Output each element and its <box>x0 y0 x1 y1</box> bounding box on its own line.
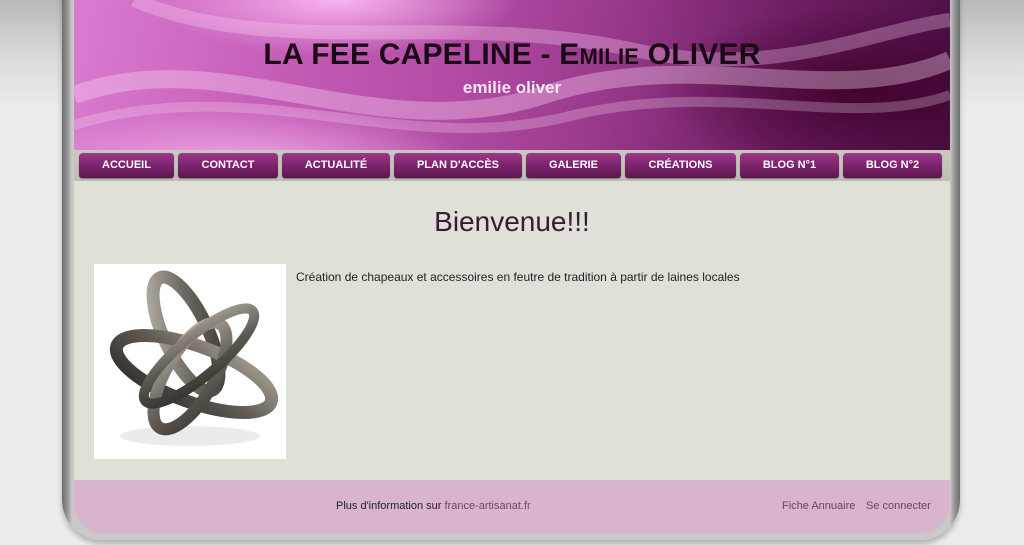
footer: Plus d'information sur france-artisanat.… <box>74 480 950 533</box>
sculpture-image <box>109 270 279 446</box>
france-artisanat-link[interactable]: france-artisanat.fr <box>444 500 530 512</box>
nav-item-contact[interactable]: CONTACT <box>178 153 278 178</box>
site-subtitle: emilie oliver <box>462 78 562 97</box>
fiche-annuaire-link[interactable]: Fiche Annuaire <box>782 500 855 512</box>
sculpture-photo <box>94 264 286 459</box>
nav-item-galerie[interactable]: GALERIE <box>526 153 621 178</box>
banner-swirl-decoration <box>74 0 950 134</box>
page-title: Bienvenue!!! <box>434 206 590 237</box>
nav-item-creations[interactable]: CRÉATIONS <box>625 153 736 178</box>
page-container: LA FEE CAPELINE - EMILIE OLIVER emilie o… <box>74 0 950 533</box>
nav-item-actualite[interactable]: ACTUALITÉ <box>282 153 390 178</box>
nav-item-accueil[interactable]: ACCUEIL <box>79 153 174 178</box>
nav-item-blog-1[interactable]: BLOG N°1 <box>740 153 839 178</box>
main-navigation: ACCUEIL CONTACT ACTUALITÉ PLAN D'ACCÈS G… <box>74 150 950 181</box>
intro-text: Création de chapeaux et accessoires en f… <box>296 270 740 284</box>
main-content: Bienvenue!!! Création de chapeaux et acc… <box>74 181 950 480</box>
header-banner: LA FEE CAPELINE - EMILIE OLIVER emilie o… <box>74 0 950 150</box>
site-title: LA FEE CAPELINE - EMILIE OLIVER <box>263 38 761 71</box>
nav-item-plan-d-acces[interactable]: PLAN D'ACCÈS <box>394 153 522 178</box>
se-connecter-link[interactable]: Se connecter <box>866 500 931 512</box>
nav-item-blog-2[interactable]: BLOG N°2 <box>843 153 942 178</box>
footer-info: Plus d'information sur france-artisanat.… <box>336 500 531 512</box>
